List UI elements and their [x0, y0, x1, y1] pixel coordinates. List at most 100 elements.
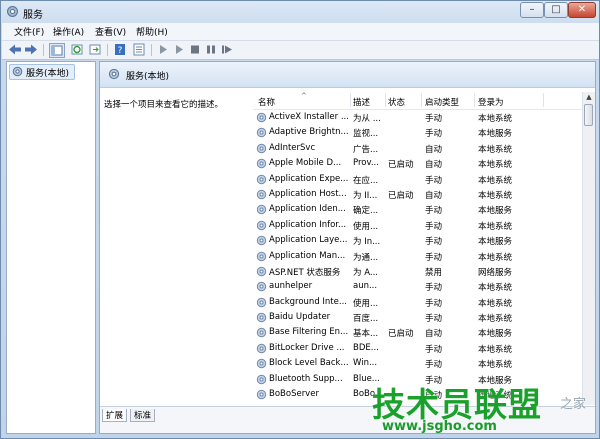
refresh-icon[interactable]	[70, 43, 84, 56]
service-name: Application Laye...	[269, 235, 348, 246]
toolbar-separator	[107, 44, 108, 56]
service-row[interactable]: BitLocker Drive ... BDE... 手动 本地系统	[253, 341, 583, 356]
column-divider[interactable]	[350, 93, 351, 107]
column-divider[interactable]	[421, 93, 422, 107]
service-startup-type: 手动	[425, 175, 443, 186]
back-arrow-icon[interactable]	[8, 43, 22, 56]
tab-standard[interactable]: 标准	[130, 409, 156, 422]
service-row[interactable]: ActiveX Installer ... 为从 ... 手动 本地系统	[253, 110, 583, 125]
service-log-on-as: 本地系统	[478, 360, 513, 371]
service-status: 已启动	[388, 160, 414, 171]
menu-action[interactable]: 操作(A)	[53, 25, 84, 38]
service-gear-icon	[256, 328, 267, 338]
service-row[interactable]: Baidu Updater 百度... 手动 本地系统	[253, 310, 583, 325]
service-gear-icon	[256, 205, 267, 215]
service-row[interactable]: ASP.NET 状态服务 为 A... 禁用 网络服务	[253, 264, 583, 279]
service-startup-type: 手动	[425, 114, 443, 124]
service-startup-type: 手动	[425, 314, 443, 325]
service-row[interactable]: Background Inte... 使用... 手动 本地系统	[253, 295, 583, 310]
column-divider[interactable]	[474, 93, 475, 107]
service-gear-icon	[256, 297, 267, 307]
properties-icon[interactable]	[132, 43, 146, 56]
service-row[interactable]: Block Level Back... Win... 手动 本地系统	[253, 356, 583, 371]
service-startup-type: 手动	[425, 283, 443, 294]
service-startup-type: 手动	[425, 360, 443, 371]
service-startup-type: 手动	[425, 298, 443, 309]
console-tree: 服务(本地)	[6, 61, 96, 434]
stop-service-icon[interactable]	[188, 43, 202, 56]
show-hide-console-tree-icon[interactable]	[49, 43, 65, 58]
title-bar[interactable]: 服务 – □ ✕	[1, 1, 599, 23]
service-gear-icon	[256, 359, 267, 369]
service-gear-icon	[256, 143, 267, 153]
service-log-on-as: 本地系统	[478, 175, 513, 186]
service-gear-icon	[256, 312, 267, 323]
pane-title: 服务(本地)	[126, 72, 170, 82]
service-log-on-as: 本地系统	[478, 314, 513, 325]
column-header-row: ^ 名称 描述 状态 启动类型 登录为	[253, 92, 583, 110]
watermark-corner: 之家	[560, 397, 587, 412]
service-description: Win...	[353, 358, 378, 369]
column-header-log-on-as[interactable]: 登录为	[478, 96, 504, 108]
svg-text:?: ?	[118, 46, 123, 56]
service-name: BoBoServer	[269, 389, 319, 400]
column-header-name[interactable]: 名称	[258, 96, 275, 108]
service-name: Baidu Updater	[269, 312, 331, 323]
service-row[interactable]: Base Filtering En... 基本... 已启动 自动 本地服务	[253, 325, 583, 340]
service-description: 广告...	[353, 144, 379, 155]
service-gear-icon	[256, 389, 267, 400]
forward-arrow-icon[interactable]	[24, 43, 38, 56]
column-header-description[interactable]: 描述	[353, 96, 370, 108]
menu-help[interactable]: 帮助(H)	[136, 25, 168, 38]
start-service-icon[interactable]	[156, 43, 170, 56]
column-divider[interactable]	[385, 93, 386, 107]
maximize-button[interactable]: □	[544, 2, 568, 18]
help-icon[interactable]: ?	[113, 43, 127, 56]
service-name: Application Man...	[269, 250, 346, 261]
service-name: Background Inte...	[269, 296, 347, 307]
scroll-up-arrow-icon[interactable]: ▲	[584, 93, 594, 103]
service-name: Adaptive Brightn...	[269, 127, 349, 138]
service-row[interactable]: Application Iden... 确定... 手动 本地服务	[253, 202, 583, 217]
service-startup-type: 自动	[425, 329, 443, 340]
service-row[interactable]: Application Man... 为通... 手动 本地系统	[253, 249, 583, 264]
service-startup-type: 自动	[425, 144, 443, 155]
service-name: Application Iden...	[269, 204, 346, 215]
services-gear-icon	[7, 6, 18, 17]
column-divider[interactable]	[543, 93, 544, 107]
service-row[interactable]: Adaptive Brightn... 监视... 手动 本地服务	[253, 125, 583, 140]
column-header-status[interactable]: 状态	[388, 96, 405, 108]
scroll-thumb[interactable]	[584, 104, 593, 126]
restart-service-icon[interactable]	[220, 43, 234, 56]
pause-service-icon[interactable]	[204, 43, 218, 56]
service-startup-type: 手动	[425, 221, 443, 232]
start-service-alt-icon[interactable]	[172, 43, 186, 56]
service-row[interactable]: Application Infor... 使用... 手动 本地系统	[253, 218, 583, 233]
service-row[interactable]: Application Laye... 为 In... 手动 本地服务	[253, 233, 583, 248]
service-log-on-as: 本地服务	[478, 206, 513, 217]
service-row[interactable]: aunhelper aun... 手动 本地系统	[253, 279, 583, 294]
service-log-on-as: 本地系统	[478, 344, 513, 355]
tree-item-services-local[interactable]: 服务(本地)	[9, 64, 75, 80]
export-list-icon[interactable]	[88, 43, 102, 56]
service-gear-icon	[256, 158, 267, 169]
service-row[interactable]: Apple Mobile D... Prov... 已启动 自动 本地系统	[253, 156, 583, 171]
service-row[interactable]: Application Expe... 在应... 手动 本地系统	[253, 172, 583, 187]
menu-view[interactable]: 查看(V)	[95, 25, 126, 38]
menu-file[interactable]: 文件(F)	[14, 25, 44, 38]
close-button[interactable]: ✕	[568, 2, 596, 18]
pane-header: 服务(本地)	[100, 62, 595, 88]
tab-extended[interactable]: 扩展	[102, 409, 128, 422]
minimize-button[interactable]: –	[520, 2, 544, 18]
service-startup-type: 自动	[425, 190, 443, 201]
service-row[interactable]: Application Host... 为 II... 已启动 自动 本地系统	[253, 187, 583, 202]
service-log-on-as: 本地服务	[478, 237, 513, 248]
service-description: 为 A...	[353, 267, 378, 278]
vertical-scrollbar[interactable]: ▲	[582, 92, 595, 405]
column-header-startup-type[interactable]: 启动类型	[425, 96, 459, 108]
service-log-on-as: 本地系统	[478, 160, 513, 171]
service-row[interactable]: AdInterSvc 广告... 自动 本地系统	[253, 141, 583, 156]
service-name: Base Filtering En...	[269, 327, 349, 338]
service-name: Application Infor...	[269, 219, 347, 230]
service-gear-icon	[256, 266, 267, 277]
